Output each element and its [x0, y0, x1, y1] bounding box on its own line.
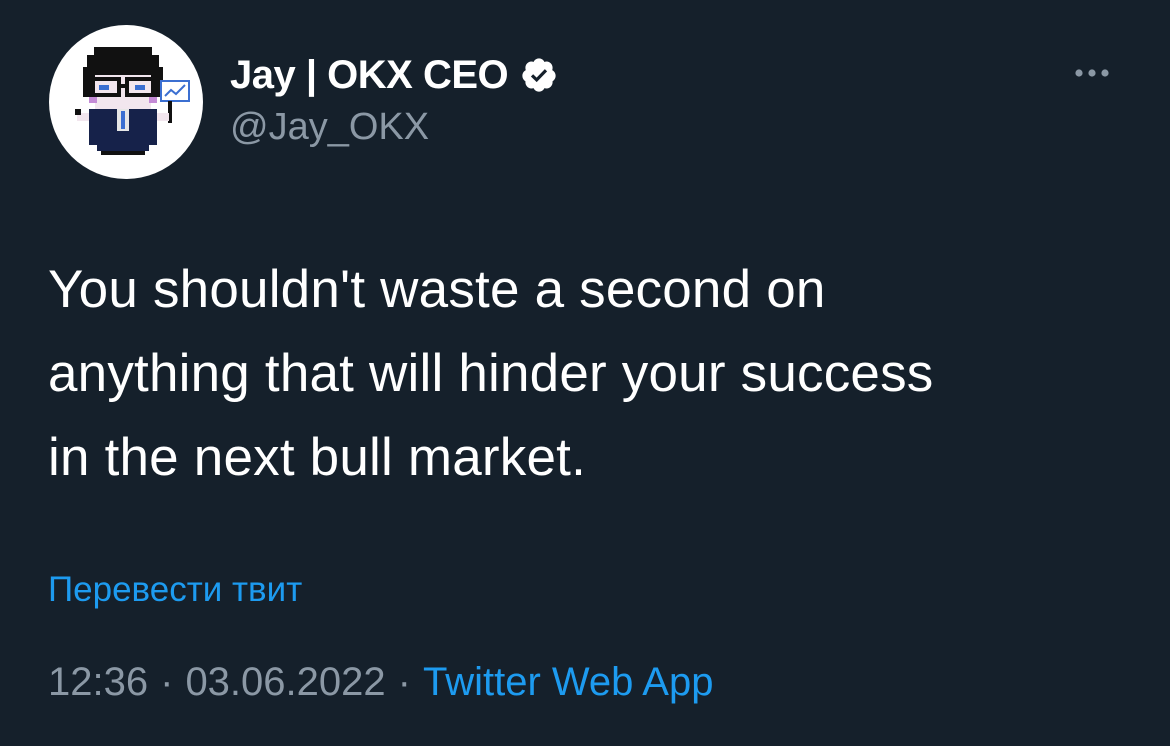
meta-separator: ·	[397, 660, 411, 704]
tweet-date[interactable]: 03.06.2022	[185, 660, 385, 705]
author-avatar[interactable]	[49, 25, 203, 179]
tweet-source-link[interactable]: Twitter Web App	[423, 660, 714, 705]
author-handle[interactable]: @Jay_OKX	[230, 106, 429, 149]
tweet-time[interactable]: 12:36	[48, 660, 148, 705]
translate-tweet-link[interactable]: Перевести твит	[48, 570, 302, 610]
author-name-row[interactable]: Jay | OKX CEO	[230, 50, 558, 100]
pixel-avatar-icon	[75, 47, 190, 155]
tweet-meta: 12:36 · 03.06.2022 · Twitter Web App	[48, 660, 713, 705]
more-options-icon[interactable]	[1070, 58, 1120, 88]
tweet-text-line: in the next bull market.	[48, 428, 587, 487]
tweet-text: You shouldn't waste a second on anything…	[48, 248, 1138, 500]
tweet-text-line: anything that will hinder your success	[48, 344, 934, 403]
meta-separator: ·	[160, 660, 174, 704]
tweet-card: Jay | OKX CEO @Jay_OKX You shouldn't was…	[0, 0, 1170, 746]
tweet-text-line: You shouldn't waste a second on	[48, 260, 826, 319]
verified-badge-icon	[520, 56, 558, 94]
author-display-name[interactable]: Jay | OKX CEO	[230, 53, 509, 98]
